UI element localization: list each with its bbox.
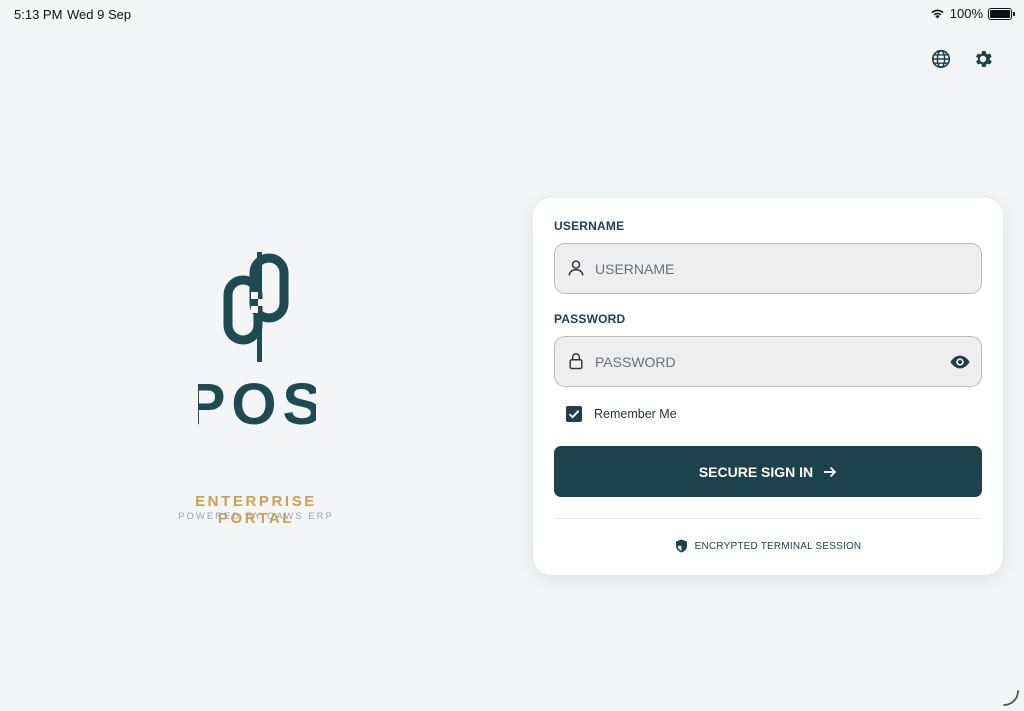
wifi-icon — [931, 9, 944, 19]
status-bar: 5:13 PM Wed 9 Sep 100% — [0, 0, 1024, 28]
shield-icon — [675, 539, 687, 553]
logo-text: POS — [198, 372, 316, 432]
password-label: PASSWORD — [554, 312, 626, 326]
status-date: Wed 9 Sep — [67, 7, 132, 22]
login-screen: 5:13 PM Wed 9 Sep 100% POS ENTERPRISE PO… — [0, 0, 1024, 711]
user-icon — [568, 260, 584, 276]
battery-icon — [988, 7, 1015, 20]
remember-me-toggle[interactable]: Remember Me — [566, 406, 677, 422]
status-indicators: 100% — [930, 6, 1015, 21]
security-note: ENCRYPTED TERMINAL SESSION — [533, 539, 1003, 553]
sign-in-label: SECURE SIGN IN — [698, 463, 814, 480]
remember-me-label: Remember Me — [594, 407, 677, 421]
login-card: USERNAME PASSWORD — [533, 198, 1003, 575]
arrow-right-icon — [824, 466, 837, 477]
divider — [554, 518, 982, 519]
pos-logo-text: POS — [198, 372, 316, 432]
secure-sign-in-button[interactable]: SECURE SIGN IN — [554, 446, 982, 497]
globe-icon[interactable] — [930, 48, 952, 70]
logo-mark — [223, 252, 289, 362]
resize-handle-icon — [1003, 690, 1019, 706]
security-note-text: ENCRYPTED TERMINAL SESSION — [694, 540, 862, 552]
portal-subtitle: POWERED BY QAWS ERP — [178, 511, 334, 522]
remember-me-checkbox[interactable] — [566, 406, 582, 422]
battery-level — [990, 9, 1010, 18]
username-input[interactable] — [595, 244, 935, 293]
password-field[interactable] — [554, 336, 982, 387]
gear-icon[interactable] — [972, 48, 994, 70]
eye-icon[interactable] — [949, 351, 971, 373]
username-label: USERNAME — [554, 219, 625, 233]
status-time: 5:13 PM — [14, 7, 63, 22]
lock-icon — [569, 353, 583, 370]
battery-percent: 100% — [949, 6, 983, 21]
password-input[interactable] — [595, 337, 935, 386]
checkmark-icon — [568, 410, 580, 419]
username-field[interactable] — [554, 243, 982, 294]
